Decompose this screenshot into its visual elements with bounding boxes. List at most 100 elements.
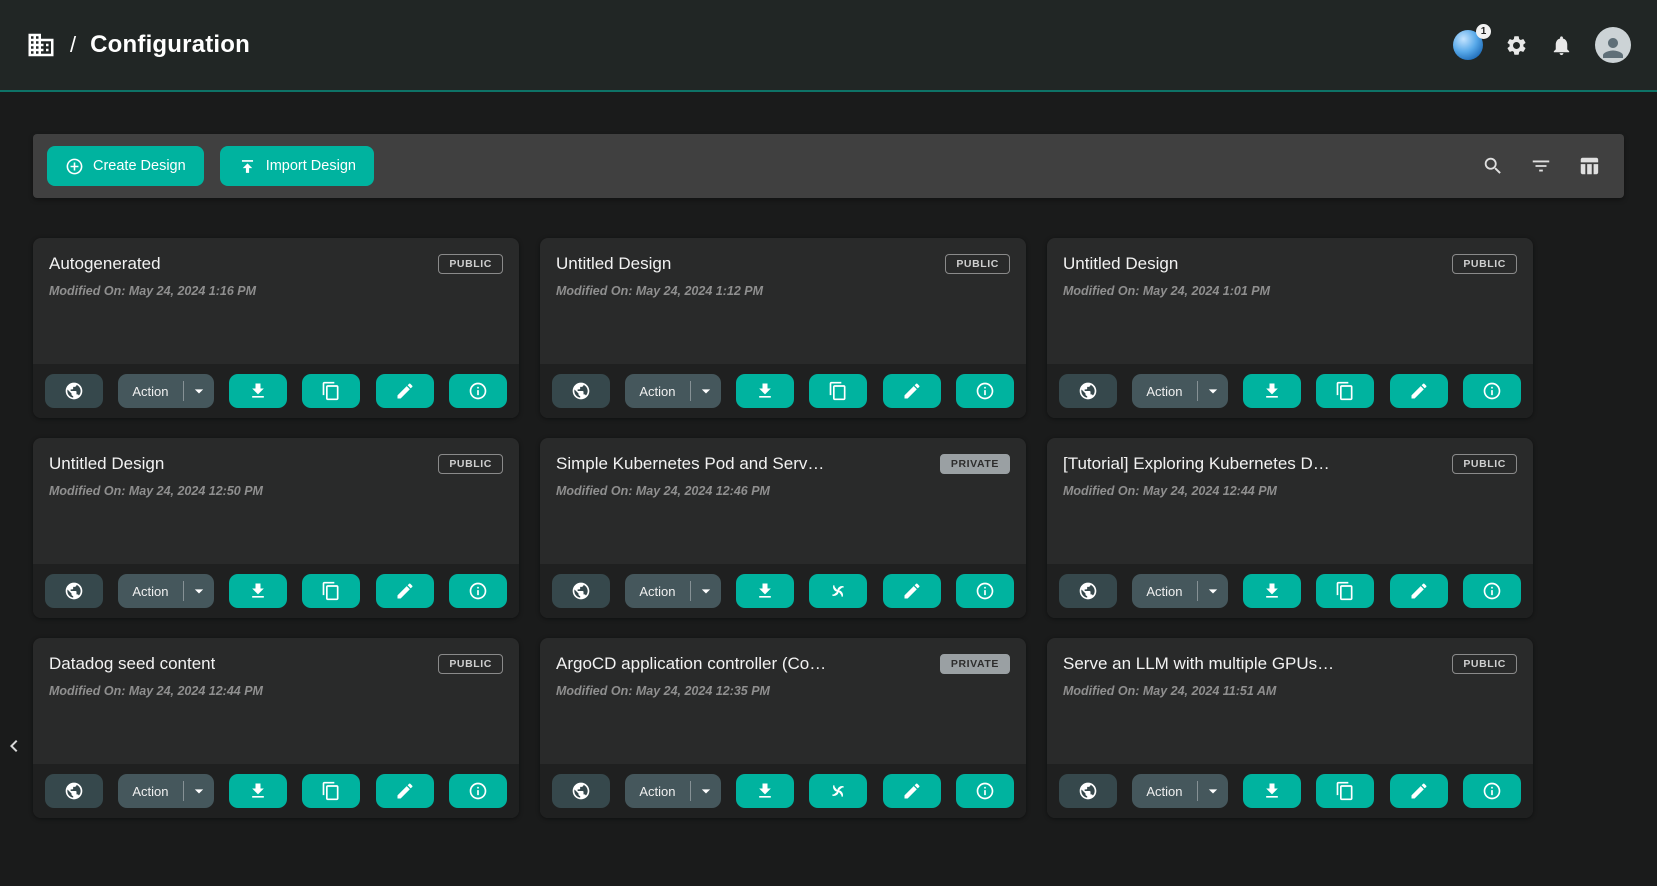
info-button[interactable]: [1463, 374, 1521, 408]
download-button[interactable]: [229, 774, 287, 808]
visibility-badge: PUBLIC: [1452, 254, 1517, 274]
info-button[interactable]: [1463, 774, 1521, 808]
action-split-button[interactable]: Action: [118, 374, 213, 408]
visibility-globe-button[interactable]: [45, 774, 103, 808]
notifications-button[interactable]: [1550, 34, 1573, 57]
action-split-button[interactable]: Action: [1132, 374, 1227, 408]
edit-button[interactable]: [1390, 574, 1448, 608]
edit-button[interactable]: [376, 374, 434, 408]
action-button-label[interactable]: Action: [118, 384, 182, 399]
download-button[interactable]: [229, 574, 287, 608]
visibility-globe-button[interactable]: [1059, 374, 1117, 408]
clone-button[interactable]: [302, 574, 360, 608]
visibility-globe-button[interactable]: [552, 574, 610, 608]
create-design-button[interactable]: Create Design: [47, 146, 204, 186]
visibility-globe-button[interactable]: [45, 374, 103, 408]
download-button[interactable]: [1243, 774, 1301, 808]
info-button[interactable]: [956, 574, 1014, 608]
action-split-button[interactable]: Action: [625, 774, 720, 808]
edit-button[interactable]: [883, 574, 941, 608]
clone-button[interactable]: [1316, 374, 1374, 408]
action-dropdown-toggle[interactable]: [691, 381, 721, 401]
info-button[interactable]: [956, 774, 1014, 808]
edit-button[interactable]: [883, 774, 941, 808]
pencil-icon: [395, 381, 415, 401]
info-button[interactable]: [449, 374, 507, 408]
download-button[interactable]: [1243, 574, 1301, 608]
card-body: Simple Kubernetes Pod and Serv… PRIVATE …: [540, 438, 1026, 564]
action-button-label[interactable]: Action: [625, 384, 689, 399]
action-dropdown-toggle[interactable]: [691, 581, 721, 601]
card-actions: Action: [540, 564, 1026, 618]
import-design-button[interactable]: Import Design: [220, 146, 374, 186]
edit-button[interactable]: [376, 774, 434, 808]
caret-down-icon: [1203, 381, 1223, 401]
design-title: Datadog seed content: [49, 654, 215, 674]
visibility-globe-button[interactable]: [1059, 774, 1117, 808]
download-button[interactable]: [1243, 374, 1301, 408]
clone-button[interactable]: [302, 774, 360, 808]
download-button[interactable]: [736, 774, 794, 808]
pencil-icon: [902, 581, 922, 601]
card-body: Untitled Design PUBLIC Modified On: May …: [1047, 238, 1533, 364]
action-dropdown-toggle[interactable]: [691, 781, 721, 801]
visibility-globe-button[interactable]: [552, 374, 610, 408]
design-spiral-button[interactable]: [809, 574, 867, 608]
clone-button[interactable]: [1316, 774, 1374, 808]
edit-button[interactable]: [376, 574, 434, 608]
info-button[interactable]: [956, 374, 1014, 408]
action-split-button[interactable]: Action: [625, 574, 720, 608]
edit-button[interactable]: [1390, 774, 1448, 808]
design-title: Untitled Design: [1063, 254, 1178, 274]
provider-button[interactable]: 1: [1453, 30, 1483, 60]
edit-button[interactable]: [1390, 374, 1448, 408]
collapse-drawer-button[interactable]: [0, 732, 28, 760]
visibility-globe-button[interactable]: [552, 774, 610, 808]
download-icon: [755, 781, 775, 801]
table-view-button[interactable]: [1578, 155, 1600, 177]
action-dropdown-toggle[interactable]: [1198, 581, 1228, 601]
visibility-globe-button[interactable]: [1059, 574, 1117, 608]
action-button-label[interactable]: Action: [118, 584, 182, 599]
design-spiral-button[interactable]: [809, 774, 867, 808]
action-split-button[interactable]: Action: [625, 374, 720, 408]
action-button-label[interactable]: Action: [625, 784, 689, 799]
info-button[interactable]: [1463, 574, 1521, 608]
action-dropdown-toggle[interactable]: [184, 781, 214, 801]
clone-button[interactable]: [809, 374, 867, 408]
user-menu-button[interactable]: [1595, 27, 1631, 63]
action-button-label[interactable]: Action: [1132, 384, 1196, 399]
info-button[interactable]: [449, 774, 507, 808]
header-actions: 1: [1453, 27, 1631, 63]
action-dropdown-toggle[interactable]: [1198, 381, 1228, 401]
action-button-label[interactable]: Action: [1132, 784, 1196, 799]
download-button[interactable]: [229, 374, 287, 408]
action-split-button[interactable]: Action: [118, 574, 213, 608]
visibility-globe-button[interactable]: [45, 574, 103, 608]
filter-button[interactable]: [1530, 155, 1552, 177]
visibility-badge: PUBLIC: [1452, 454, 1517, 474]
action-split-button[interactable]: Action: [118, 774, 213, 808]
download-button[interactable]: [736, 574, 794, 608]
edit-button[interactable]: [883, 374, 941, 408]
download-button[interactable]: [736, 374, 794, 408]
clone-button[interactable]: [1316, 574, 1374, 608]
settings-button[interactable]: [1505, 34, 1528, 57]
card-actions: Action: [33, 364, 519, 418]
action-dropdown-toggle[interactable]: [1198, 781, 1228, 801]
copy-icon: [321, 381, 341, 401]
action-dropdown-toggle[interactable]: [184, 581, 214, 601]
caret-down-icon: [1203, 581, 1223, 601]
action-split-button[interactable]: Action: [1132, 774, 1227, 808]
action-button-label[interactable]: Action: [625, 584, 689, 599]
action-button-label[interactable]: Action: [118, 784, 182, 799]
globe-icon: [1078, 381, 1098, 401]
design-card: ArgoCD application controller (Co… PRIVA…: [540, 638, 1026, 818]
caret-down-icon: [696, 381, 716, 401]
clone-button[interactable]: [302, 374, 360, 408]
info-button[interactable]: [449, 574, 507, 608]
action-split-button[interactable]: Action: [1132, 574, 1227, 608]
action-dropdown-toggle[interactable]: [184, 381, 214, 401]
search-button[interactable]: [1482, 155, 1504, 177]
action-button-label[interactable]: Action: [1132, 584, 1196, 599]
